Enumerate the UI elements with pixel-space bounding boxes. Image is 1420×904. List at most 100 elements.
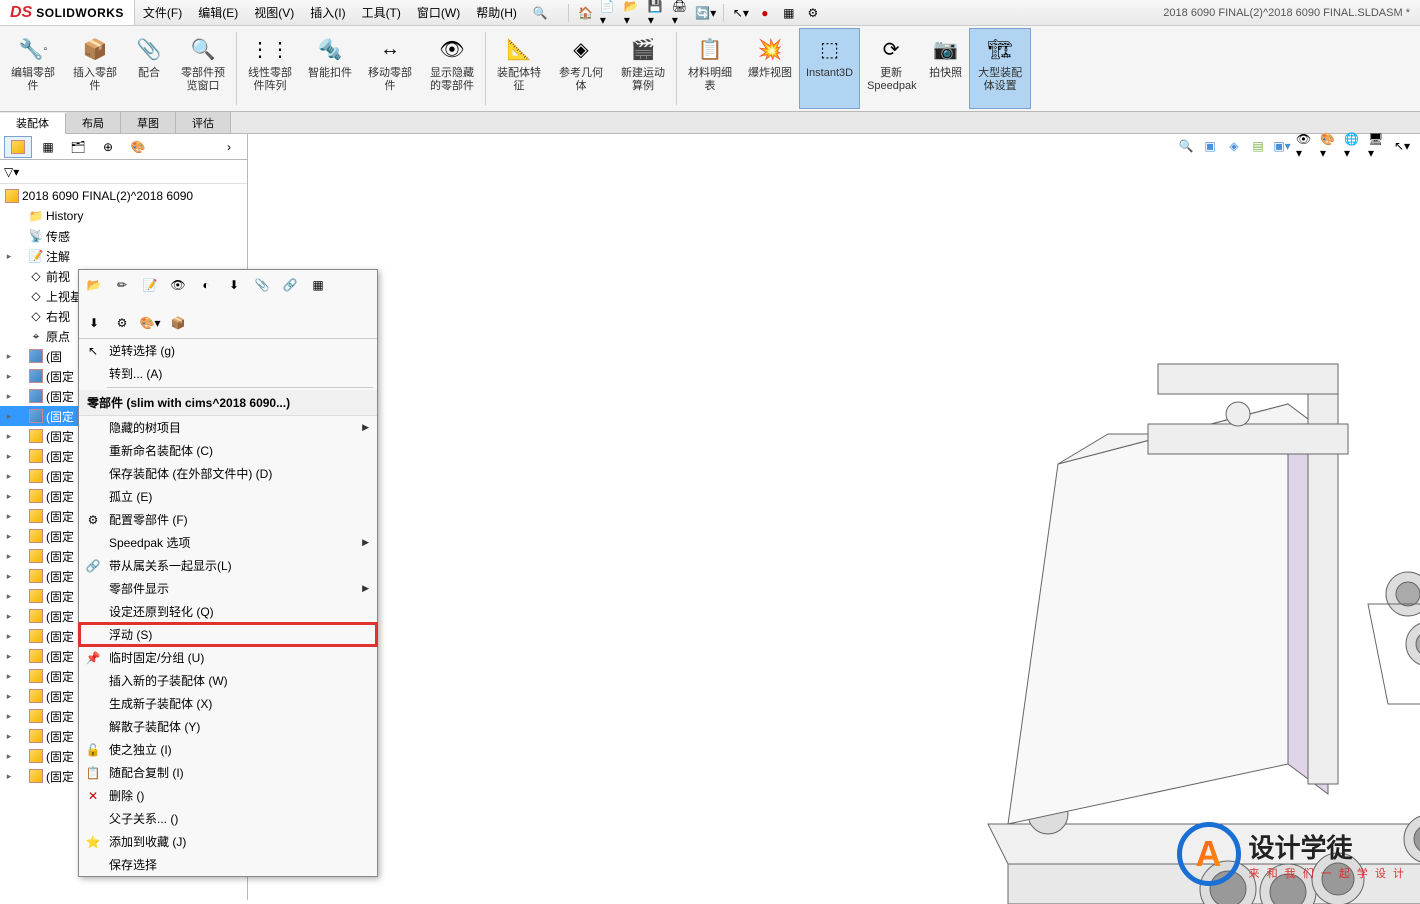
speedpak-button[interactable]: ⟳更新Speedpak	[860, 28, 922, 109]
context-menu-item[interactable]: ↖逆转选择 (g)	[79, 339, 377, 362]
reference-geometry-button[interactable]: ◈参考几何体	[550, 28, 612, 109]
context-menu-item[interactable]: 📋随配合复制 (I)	[79, 761, 377, 784]
tab-sketch[interactable]: 草图	[121, 112, 176, 133]
context-menu-item[interactable]: 🔓使之独立 (I)	[79, 738, 377, 761]
ctx-isolate-icon[interactable]: ⬇	[223, 274, 245, 296]
context-menu-item[interactable]: 父子关系... ()	[79, 807, 377, 830]
context-menu-item[interactable]: ⭐添加到收藏 (J)	[79, 830, 377, 853]
assembly-feature-button[interactable]: 📐装配体特征	[488, 28, 550, 109]
ctx-transparent-icon[interactable]: ◐	[195, 274, 217, 296]
select-icon[interactable]: ↖▾	[730, 2, 752, 24]
tab-evaluate[interactable]: 评估	[176, 112, 231, 133]
edit-component-button[interactable]: 🔧▫编辑零部件	[2, 28, 64, 109]
view-cube-icon[interactable]: ▣	[1200, 136, 1220, 156]
context-menu-item[interactable]: 浮动 (S)	[79, 623, 377, 646]
menu-file[interactable]: 文件(F)	[135, 0, 190, 25]
config-tab[interactable]: 🗂	[64, 136, 92, 158]
menu-tools[interactable]: 工具(T)	[354, 0, 409, 25]
scene-icon[interactable]: 🌐▾	[1344, 136, 1364, 156]
tab-assembly[interactable]: 装配体	[0, 113, 66, 134]
context-menu-item[interactable]: 解散子装配体 (Y)	[79, 715, 377, 738]
tree-item[interactable]: ▸📝注解	[0, 246, 247, 266]
tab-layout[interactable]: 布局	[66, 112, 121, 133]
context-menu-item[interactable]: 插入新的子装配体 (W)	[79, 669, 377, 692]
ctx-edit-icon[interactable]: ✏	[111, 274, 133, 296]
ctx-mate-icon[interactable]: 📎	[251, 274, 273, 296]
view-settings-icon[interactable]: 🖥▾	[1368, 136, 1388, 156]
display-tab[interactable]: 🎨	[124, 136, 152, 158]
appearance-icon[interactable]: 🎨▾	[1320, 136, 1340, 156]
insert-component-button[interactable]: 📦插入零部件	[64, 28, 126, 109]
ctx-list-icon[interactable]: ▦	[307, 274, 329, 296]
tree-root[interactable]: 2018 6090 FINAL(2)^2018 6090	[0, 186, 247, 206]
display-style-icon[interactable]: ▣▾	[1272, 136, 1292, 156]
menu-insert[interactable]: 插入(I)	[302, 0, 353, 25]
settings-icon[interactable]: ⚙	[802, 2, 824, 24]
view-orient-icon[interactable]: ↖▾	[1392, 136, 1412, 156]
ctx-clip-icon[interactable]: 🔗	[279, 274, 301, 296]
bom-button[interactable]: 📋材料明细表	[679, 28, 741, 109]
property-tab[interactable]: ▦	[34, 136, 62, 158]
ctx-material-icon[interactable]: 📦	[167, 312, 189, 334]
context-menu-item[interactable]: 🔗带从属关系一起显示(L)	[79, 554, 377, 577]
context-menu: 📂 ✏ 📝 👁 ◐ ⬇ 📎 🔗 ▦ ⬇ ⚙ 🎨▾ 📦 ↖逆转选择 (g)转到..…	[78, 269, 378, 877]
graphics-viewport[interactable]: 🔍 ▣ ◈ ▤ ▣▾ 👁▾ 🎨▾ 🌐▾ 🖥▾ ↖▾	[248, 134, 1420, 900]
context-menu-item[interactable]: ⚙配置零部件 (F)	[79, 508, 377, 531]
linear-pattern-button[interactable]: ⋮⋮线性零部件阵列	[239, 28, 301, 109]
new-icon[interactable]: 📄▾	[599, 2, 621, 24]
tree-item[interactable]: 📁History	[0, 206, 247, 226]
smart-fastener-button[interactable]: 🔩智能扣件	[301, 28, 359, 109]
context-toolbar: 📂 ✏ 📝 👁 ◐ ⬇ 📎 🔗 ▦ ⬇ ⚙ 🎨▾ 📦	[79, 270, 377, 339]
options-icon[interactable]: ▦	[778, 2, 800, 24]
context-menu-item[interactable]: 隐藏的树项目▶	[79, 416, 377, 439]
view-normal-icon[interactable]: ◈	[1224, 136, 1244, 156]
mate-button[interactable]: 📎配合	[126, 28, 172, 109]
save-icon[interactable]: 💾▾	[647, 2, 669, 24]
menu-window[interactable]: 窗口(W)	[409, 0, 468, 25]
motion-study-button[interactable]: 🎬新建运动算例	[612, 28, 674, 109]
context-menu-item[interactable]: 生成新子装配体 (X)	[79, 692, 377, 715]
ctx-suppress-icon[interactable]: ⬇	[83, 312, 105, 334]
context-menu-item[interactable]: 重新命名装配体 (C)	[79, 439, 377, 462]
context-menu-item[interactable]: 保存装配体 (在外部文件中) (D)	[79, 462, 377, 485]
context-menu-item[interactable]: Speedpak 选项▶	[79, 531, 377, 554]
filter-icon[interactable]: ▽▾	[4, 165, 19, 179]
context-menu-item[interactable]: 保存选择	[79, 853, 377, 876]
context-menu-item[interactable]: 设定还原到轻化 (Q)	[79, 600, 377, 623]
tree-item[interactable]: 📡传感	[0, 226, 247, 246]
context-menu-item[interactable]: 零部件显示▶	[79, 577, 377, 600]
context-menu-item[interactable]: 孤立 (E)	[79, 485, 377, 508]
hide-show-icon[interactable]: 👁▾	[1296, 136, 1316, 156]
ctx-color-icon[interactable]: 🎨▾	[139, 312, 161, 334]
large-assembly-button[interactable]: 🏗大型装配体设置	[969, 28, 1031, 109]
preview-window-button[interactable]: 🔍零部件预览窗口	[172, 28, 234, 109]
move-component-button[interactable]: ↔移动零部件	[359, 28, 421, 109]
undo-icon[interactable]: ●	[754, 2, 776, 24]
context-menu-item[interactable]: ✕删除 ()	[79, 784, 377, 807]
show-hidden-button[interactable]: 👁显示隐藏的零部件	[421, 28, 483, 109]
ctx-view-icon[interactable]: 👁	[167, 274, 189, 296]
dimxpert-tab[interactable]: ⊕	[94, 136, 122, 158]
snapshot-button[interactable]: 📷拍快照	[922, 28, 969, 109]
manager-tabs: ▦ 🗂 ⊕ 🎨 ›	[0, 134, 247, 160]
context-menu-item[interactable]: 转到... (A)	[79, 362, 377, 385]
open-icon[interactable]: 📂▾	[623, 2, 645, 24]
section-icon[interactable]: ▤	[1248, 136, 1268, 156]
ctx-edit2-icon[interactable]: 📝	[139, 274, 161, 296]
menu-search[interactable]: 🔍	[525, 0, 556, 25]
feature-tree-tab[interactable]	[4, 136, 32, 158]
watermark: A 设计学徒 来 和 我 们 一 起 学 设 计	[1177, 822, 1406, 886]
rebuild-icon[interactable]: 🔄▾	[695, 2, 717, 24]
menu-view[interactable]: 视图(V)	[246, 0, 302, 25]
instant3d-button[interactable]: ⬚Instant3D	[799, 28, 860, 109]
home-icon[interactable]: 🏠	[575, 2, 597, 24]
ctx-config-icon[interactable]: ⚙	[111, 312, 133, 334]
zoom-fit-icon[interactable]: 🔍	[1176, 136, 1196, 156]
context-menu-item[interactable]: 📌临时固定/分组 (U)	[79, 646, 377, 669]
ctx-open-icon[interactable]: 📂	[83, 274, 105, 296]
exploded-view-button[interactable]: 💥爆炸视图	[741, 28, 799, 109]
menu-help[interactable]: 帮助(H)	[468, 0, 525, 25]
expand-tab[interactable]: ›	[215, 136, 243, 158]
menu-edit[interactable]: 编辑(E)	[190, 0, 246, 25]
print-icon[interactable]: 🖨▾	[671, 2, 693, 24]
